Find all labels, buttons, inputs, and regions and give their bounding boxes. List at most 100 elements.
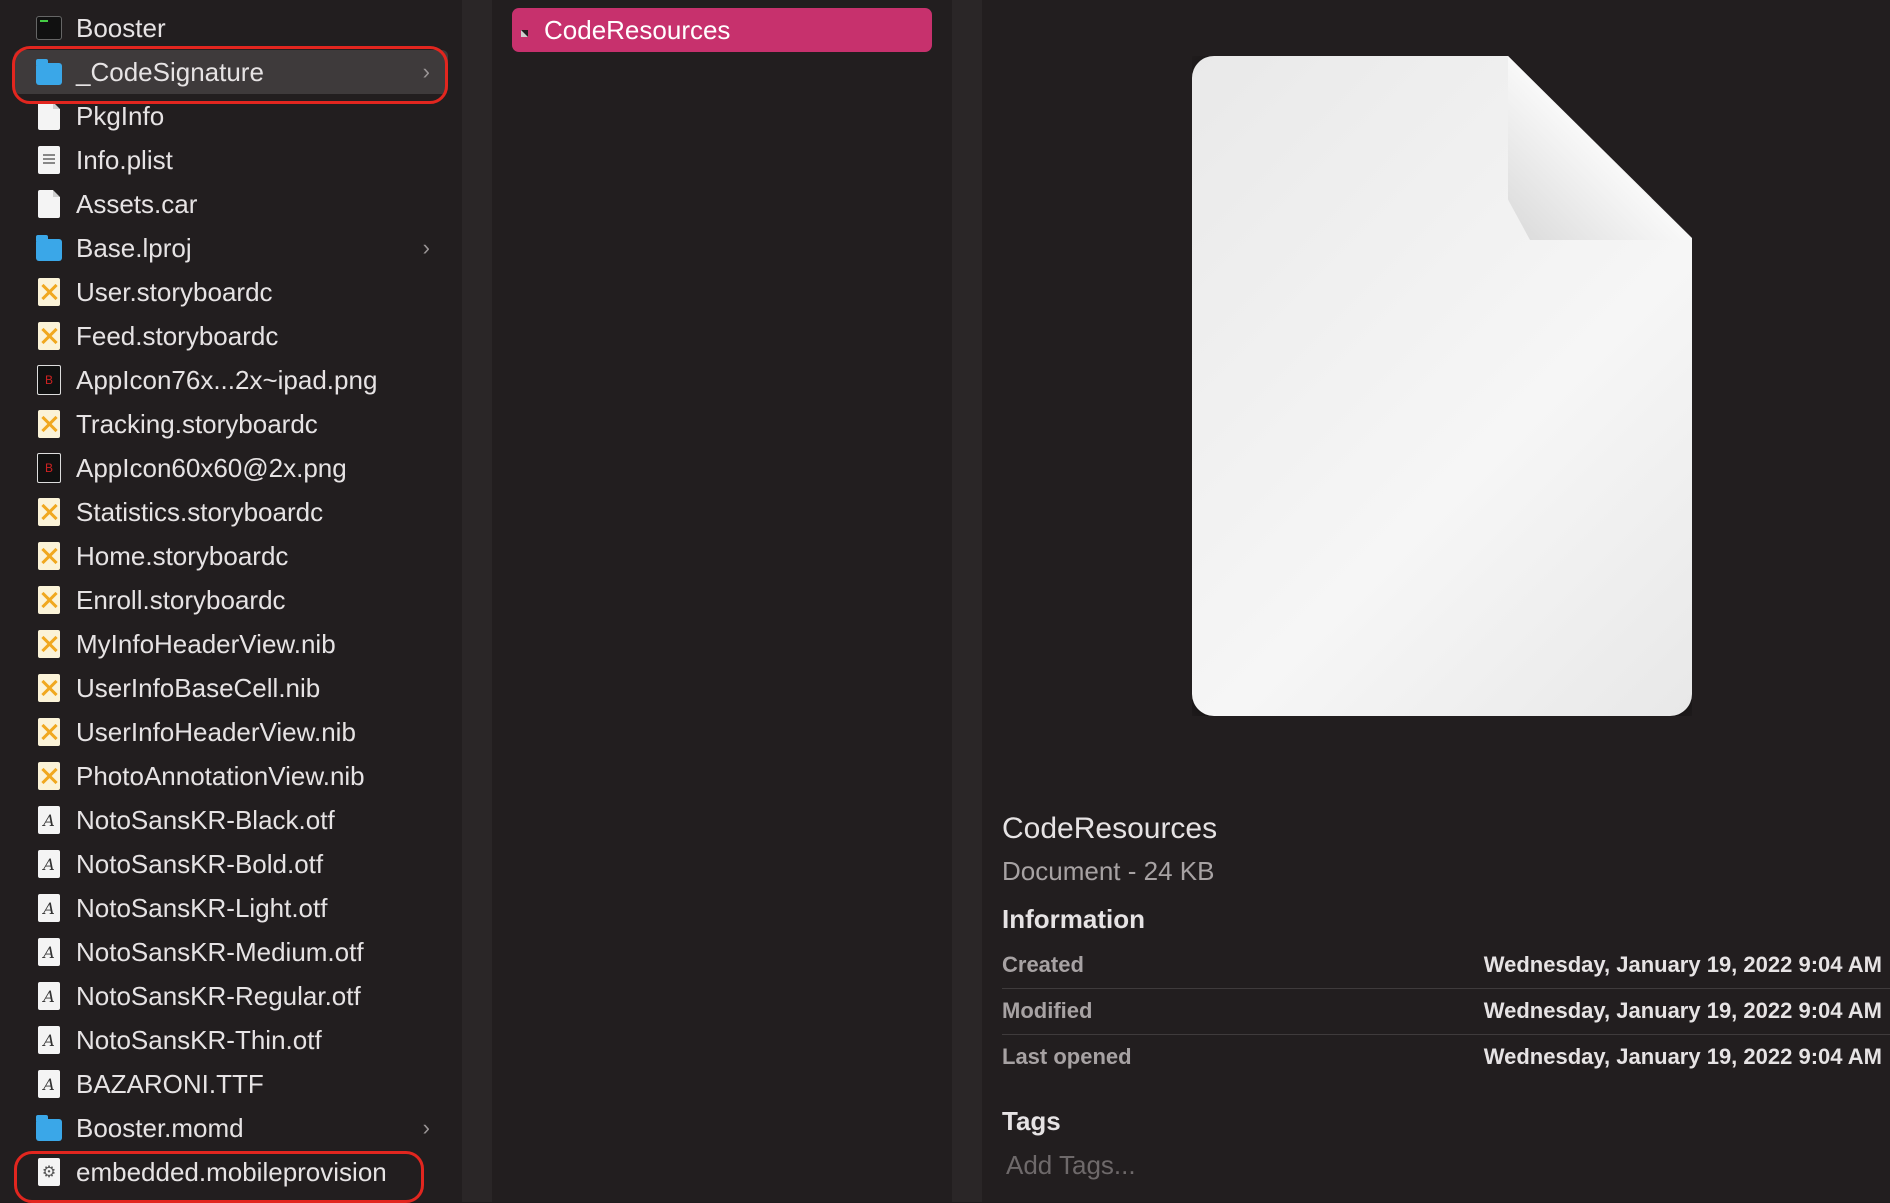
file-label: embedded.mobileprovision xyxy=(76,1156,387,1187)
column-divider[interactable] xyxy=(952,0,982,1202)
storyboard-icon xyxy=(36,277,62,307)
file-label: AppIcon60x60@2x.png xyxy=(76,452,347,483)
info-row-created: Created Wednesday, January 19, 2022 9:04… xyxy=(1002,942,1890,988)
document-icon xyxy=(36,189,62,219)
file-label: Base.lproj xyxy=(76,232,192,263)
list-item-tracking-storyboard[interactable]: Tracking.storyboardc xyxy=(0,402,462,446)
finder-column-app-contents[interactable]: Booster _CodeSignature › PkgInfo Info.pli… xyxy=(0,0,462,1203)
info-value: Wednesday, January 19, 2022 9:04 AM xyxy=(1483,952,1882,977)
list-item-statistics-storyboard[interactable]: Statistics.storyboardc xyxy=(0,490,462,534)
file-label: NotoSansKR-Bold.otf xyxy=(76,848,324,879)
info-row-modified: Modified Wednesday, January 19, 2022 9:0… xyxy=(1002,988,1890,1034)
list-item-user-storyboard[interactable]: User.storyboardc xyxy=(0,270,462,314)
file-label: Info.plist xyxy=(76,144,173,175)
chevron-right-icon: › xyxy=(422,59,430,84)
tags-header: Tags xyxy=(1002,1106,1061,1136)
plist-icon xyxy=(36,145,62,175)
file-label: Feed.storyboardc xyxy=(76,320,279,351)
list-item-info-plist[interactable]: Info.plist xyxy=(0,138,462,182)
info-key: Modified xyxy=(1002,998,1093,1023)
storyboard-icon xyxy=(36,321,62,351)
font-icon: A xyxy=(36,981,62,1011)
information-header: Information xyxy=(1002,904,1145,934)
storyboard-icon xyxy=(36,541,62,571)
list-item-booster[interactable]: Booster xyxy=(0,6,462,50)
file-label: Tracking.storyboardc xyxy=(76,408,318,439)
file-label: Booster.momd xyxy=(76,1112,244,1143)
file-list: Booster _CodeSignature › PkgInfo Info.pli… xyxy=(0,6,462,1194)
file-label: BAZARONI.TTF xyxy=(76,1068,264,1099)
list-item-appicon76[interactable]: B AppIcon76x...2x~ipad.png xyxy=(0,358,462,402)
list-item-base-lproj[interactable]: Base.lproj › xyxy=(0,226,462,270)
folder-icon xyxy=(36,1113,62,1143)
storyboard-icon xyxy=(36,497,62,527)
list-item-notosans-bold[interactable]: A NotoSansKR-Bold.otf xyxy=(0,842,462,886)
info-key: Last opened xyxy=(1002,1044,1132,1069)
terminal-icon xyxy=(36,13,62,43)
list-item-embedded-mobileprovision[interactable]: ⚙ embedded.mobileprovision xyxy=(0,1150,462,1194)
list-item-notosans-black[interactable]: A NotoSansKR-Black.otf xyxy=(0,798,462,842)
file-label: Booster xyxy=(76,12,166,43)
preview-file-name: CodeResources xyxy=(1002,812,1218,845)
list-item-pkginfo[interactable]: PkgInfo xyxy=(0,94,462,138)
list-item-assets-car[interactable]: Assets.car xyxy=(0,182,462,226)
info-row-last-opened: Last opened Wednesday, January 19, 2022 … xyxy=(1002,1034,1890,1080)
file-label: PhotoAnnotationView.nib xyxy=(76,760,365,791)
file-label: Assets.car xyxy=(76,188,198,219)
document-icon xyxy=(36,101,62,131)
list-item-notosans-medium[interactable]: A NotoSansKR-Medium.otf xyxy=(0,930,462,974)
file-label: AppIcon76x...2x~ipad.png xyxy=(76,364,378,395)
storyboard-icon xyxy=(36,585,62,615)
list-item-enroll-storyboard[interactable]: Enroll.storyboardc xyxy=(0,578,462,622)
font-icon: A xyxy=(36,937,62,967)
list-item-myinfoheaderview[interactable]: MyInfoHeaderView.nib xyxy=(0,622,462,666)
file-label: CodeResources xyxy=(544,14,731,45)
file-label: Home.storyboardc xyxy=(76,540,289,571)
list-item-userinfoheaderview[interactable]: UserInfoHeaderView.nib xyxy=(0,710,462,754)
storyboard-icon xyxy=(36,717,62,747)
file-label: MyInfoHeaderView.nib xyxy=(76,628,336,659)
list-item-photoannotationview[interactable]: PhotoAnnotationView.nib xyxy=(0,754,462,798)
file-label: Statistics.storyboardc xyxy=(76,496,324,527)
storyboard-icon xyxy=(36,409,62,439)
folder-icon xyxy=(36,233,62,263)
preview-pane: CodeResources Document - 24 KB Informati… xyxy=(982,0,1890,1202)
font-icon: A xyxy=(36,1025,62,1055)
list-item-appicon60[interactable]: B AppIcon60x60@2x.png xyxy=(0,446,462,490)
add-tags-field[interactable]: Add Tags... xyxy=(1006,1150,1136,1181)
file-label: NotoSansKR-Thin.otf xyxy=(76,1024,322,1055)
list-item-codesignature[interactable]: _CodeSignature › xyxy=(14,50,448,94)
chevron-right-icon: › xyxy=(422,1115,430,1140)
list-item-notosans-regular[interactable]: A NotoSansKR-Regular.otf xyxy=(0,974,462,1018)
list-item-notosans-light[interactable]: A NotoSansKR-Light.otf xyxy=(0,886,462,930)
file-label: UserInfoHeaderView.nib xyxy=(76,716,356,747)
info-value: Wednesday, January 19, 2022 9:04 AM xyxy=(1483,1044,1882,1069)
list-item-home-storyboard[interactable]: Home.storyboardc xyxy=(0,534,462,578)
file-label: User.storyboardc xyxy=(76,276,273,307)
storyboard-icon xyxy=(36,761,62,791)
info-value: Wednesday, January 19, 2022 9:04 AM xyxy=(1483,998,1882,1023)
list-item-bazaroni[interactable]: A BAZARONI.TTF xyxy=(0,1062,462,1106)
column-divider[interactable] xyxy=(462,0,492,1202)
list-item-booster-momd[interactable]: Booster.momd › xyxy=(0,1106,462,1150)
preview-file-kind-size: Document - 24 KB xyxy=(1002,856,1215,886)
document-preview-icon xyxy=(1192,56,1692,716)
file-label: Enroll.storyboardc xyxy=(76,584,286,615)
font-icon: A xyxy=(36,893,62,923)
file-label: NotoSansKR-Medium.otf xyxy=(76,936,364,967)
png-icon: B xyxy=(36,453,62,483)
file-label: NotoSansKR-Light.otf xyxy=(76,892,328,923)
finder-column-codesignature[interactable]: CodeResources xyxy=(492,0,952,1202)
file-label: _CodeSignature xyxy=(76,56,264,87)
folder-icon xyxy=(36,57,62,87)
storyboard-icon xyxy=(36,629,62,659)
file-label: NotoSansKR-Black.otf xyxy=(76,804,335,835)
file-label: UserInfoBaseCell.nib xyxy=(76,672,321,703)
list-item-coderesources-selected[interactable]: CodeResources xyxy=(512,8,932,52)
list-item-notosans-thin[interactable]: A NotoSansKR-Thin.otf xyxy=(0,1018,462,1062)
list-item-userinfobasecell[interactable]: UserInfoBaseCell.nib xyxy=(0,666,462,710)
list-item-feed-storyboard[interactable]: Feed.storyboardc xyxy=(0,314,462,358)
font-icon: A xyxy=(36,805,62,835)
file-label: NotoSansKR-Regular.otf xyxy=(76,980,361,1011)
info-key: Created xyxy=(1002,952,1084,977)
